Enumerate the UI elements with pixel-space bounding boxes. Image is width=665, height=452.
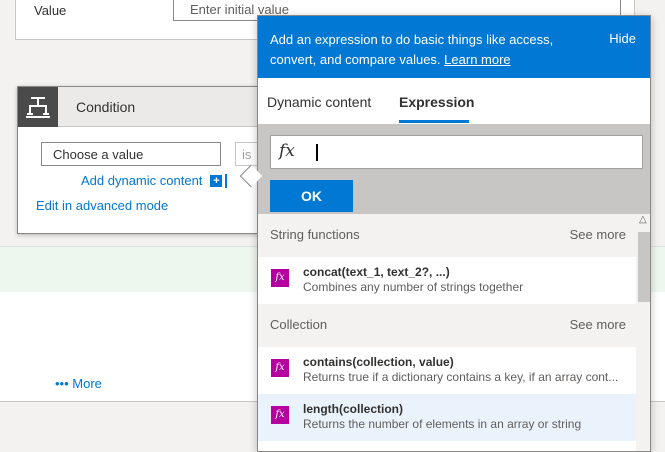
add-dynamic-content-label: Add dynamic content: [81, 173, 203, 188]
value-label: Value: [34, 3, 67, 18]
section-collection: Collection See more: [258, 304, 636, 347]
ok-button[interactable]: OK: [270, 180, 353, 212]
section-string-functions: String functions See more: [258, 214, 636, 257]
add-dynamic-content-link[interactable]: Add dynamic content +: [81, 173, 228, 188]
condition-header[interactable]: Condition: [18, 87, 274, 127]
function-fx-icon: fx: [271, 269, 289, 287]
expression-panel: Add an expression to do basic things lik…: [257, 15, 651, 452]
see-more-link[interactable]: See more: [570, 317, 626, 332]
operator-text: is: [242, 147, 252, 162]
condition-title: Condition: [76, 99, 136, 115]
function-description: Returns the number of elements in an arr…: [303, 417, 582, 431]
expression-editor-area: fx OK: [258, 124, 650, 214]
panel-tabs: Dynamic content Expression: [258, 78, 650, 124]
function-signature: contains(collection, value): [303, 355, 454, 369]
function-signature: length(collection): [303, 402, 403, 416]
condition-card: Condition Choose a value is Add dynamic …: [17, 86, 275, 234]
function-description: Returns true if a dictionary contains a …: [303, 370, 619, 384]
function-fx-icon: fx: [271, 359, 289, 377]
add-dynamic-plus-icon: +: [210, 174, 223, 187]
add-dynamic-bar-icon: [225, 173, 228, 188]
function-fx-icon: fx: [271, 406, 289, 424]
function-item-contains[interactable]: fx contains(collection, value) Returns t…: [258, 347, 636, 394]
function-description: Combines any number of strings together: [303, 280, 524, 294]
choose-value-input[interactable]: Choose a value: [41, 142, 221, 166]
more-link[interactable]: ••• More: [55, 376, 102, 391]
section-title: Collection: [270, 317, 328, 332]
choose-value-placeholder: Choose a value: [53, 147, 144, 162]
fx-icon: fx: [279, 141, 295, 161]
tab-dynamic-content[interactable]: Dynamic content: [267, 94, 371, 110]
expression-input[interactable]: fx: [270, 135, 643, 169]
condition-icon: [18, 87, 58, 127]
text-caret: [316, 144, 318, 161]
function-list-scrollbar[interactable]: △: [636, 214, 650, 451]
see-more-link[interactable]: See more: [570, 227, 626, 242]
scroll-up-icon[interactable]: △: [639, 214, 647, 225]
edit-advanced-mode-link[interactable]: Edit in advanced mode: [36, 198, 168, 213]
function-item-concat[interactable]: fx concat(text_1, text_2?, ...) Combines…: [258, 257, 636, 304]
function-signature: concat(text_1, text_2?, ...): [303, 265, 450, 279]
tab-expression[interactable]: Expression: [399, 94, 474, 110]
section-title: String functions: [270, 227, 360, 242]
learn-more-link[interactable]: Learn more: [444, 52, 510, 67]
panel-header: Add an expression to do basic things lik…: [258, 16, 650, 78]
active-tab-indicator: [399, 120, 469, 123]
panel-description-text: Add an expression to do basic things lik…: [270, 32, 554, 67]
hide-button[interactable]: Hide: [609, 31, 636, 46]
scroll-thumb[interactable]: [638, 232, 650, 302]
function-list: String functions See more fx concat(text…: [258, 214, 636, 451]
panel-description: Add an expression to do basic things lik…: [270, 30, 580, 70]
function-item-length[interactable]: fx length(collection) Returns the number…: [258, 394, 636, 441]
